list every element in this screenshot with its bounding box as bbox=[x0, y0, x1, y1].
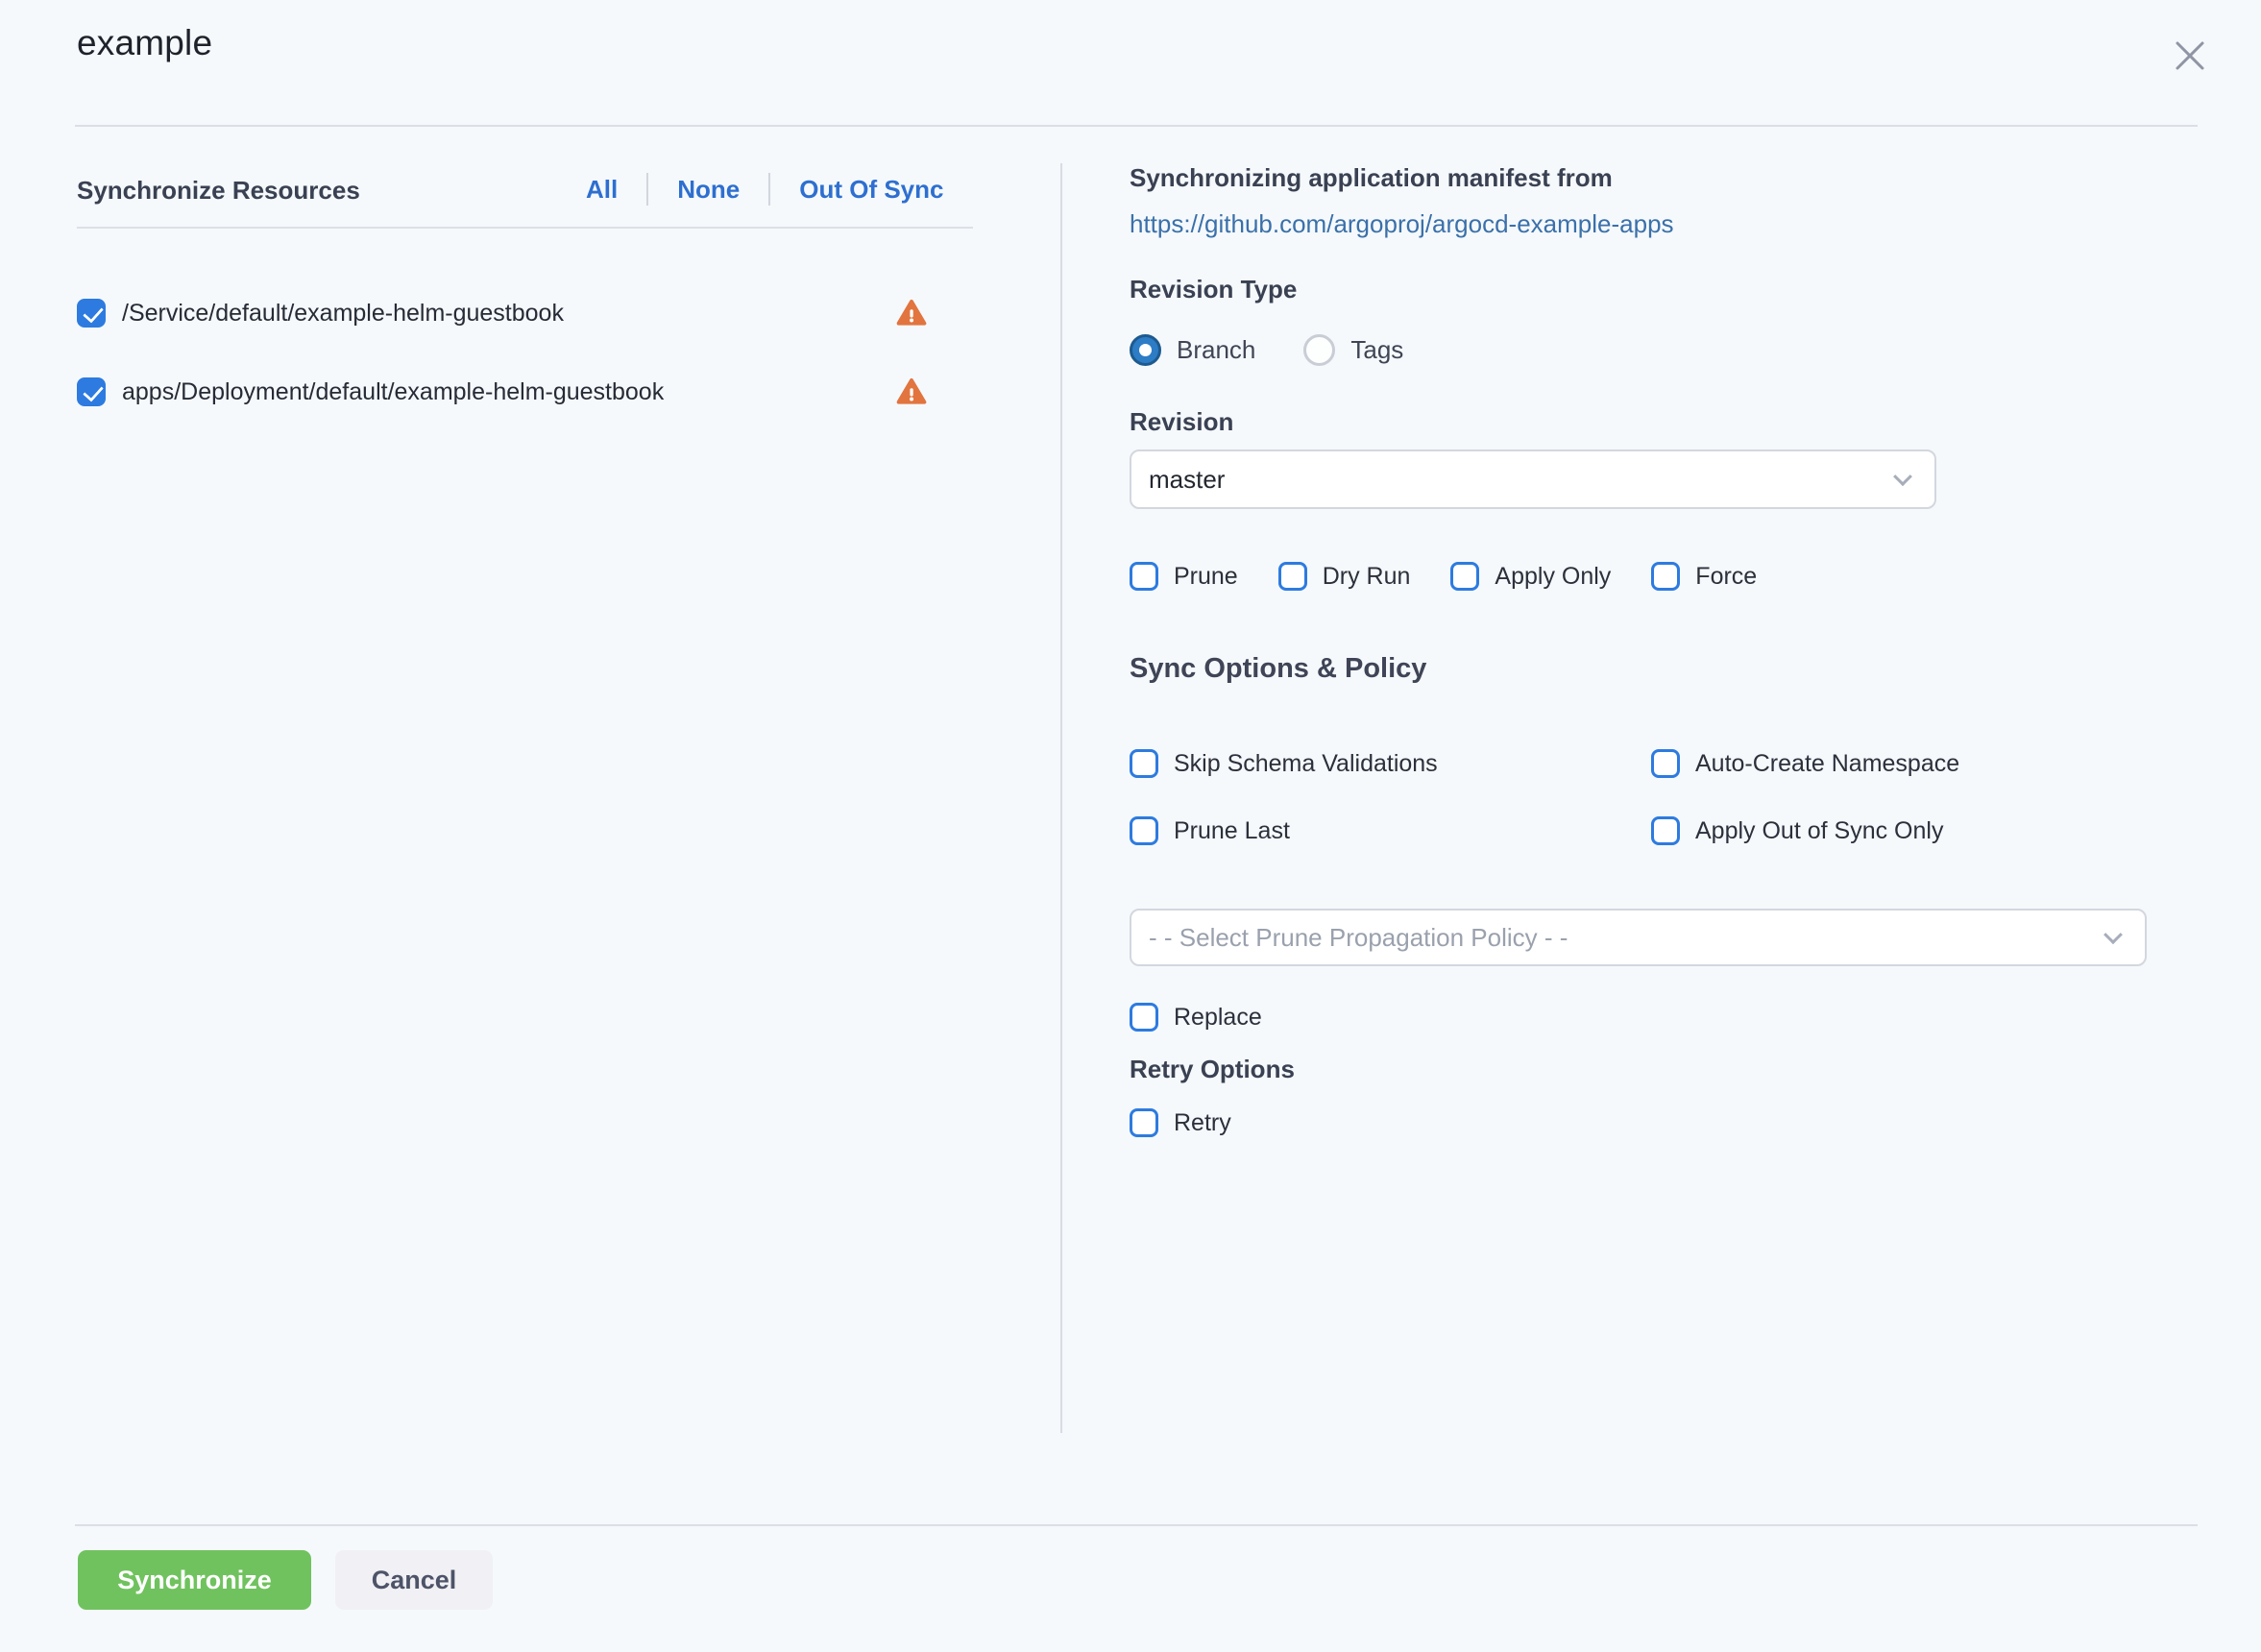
auto-create-namespace-checkbox[interactable] bbox=[1651, 749, 1680, 778]
page-title: example bbox=[77, 23, 212, 63]
flag-item: Force bbox=[1651, 562, 1757, 591]
filter-all-link[interactable]: All bbox=[557, 175, 646, 205]
manifest-heading: Synchronizing application manifest from bbox=[1130, 163, 1613, 193]
prune-last-checkbox[interactable] bbox=[1130, 816, 1158, 845]
replace-checkbox[interactable] bbox=[1130, 1003, 1158, 1032]
close-icon bbox=[2171, 36, 2209, 75]
chevron-down-icon bbox=[2103, 925, 2123, 944]
manifest-url-link[interactable]: https://github.com/argoproj/argocd-examp… bbox=[1130, 209, 1674, 239]
tags-radio[interactable] bbox=[1303, 334, 1335, 366]
auto-create-namespace-label: Auto-Create Namespace bbox=[1695, 750, 1959, 778]
sync-flags-row: Prune Dry Run Apply Only Force bbox=[1130, 562, 1757, 591]
resource-list-divider bbox=[77, 227, 973, 229]
flag-item: Prune bbox=[1130, 562, 1238, 591]
flag-item: Dry Run bbox=[1278, 562, 1411, 591]
prune-checkbox[interactable] bbox=[1130, 562, 1158, 591]
revision-select-value: master bbox=[1149, 465, 1225, 495]
apply-out-of-sync-only-checkbox[interactable] bbox=[1651, 816, 1680, 845]
filter-out-of-sync-link[interactable]: Out Of Sync bbox=[770, 175, 972, 205]
column-divider bbox=[1060, 163, 1062, 1433]
retry-label: Retry bbox=[1174, 1109, 1231, 1137]
cancel-button[interactable]: Cancel bbox=[335, 1550, 493, 1610]
replace-label: Replace bbox=[1174, 1004, 1262, 1032]
option-item: Skip Schema Validations bbox=[1130, 747, 1651, 780]
resource-checkbox[interactable] bbox=[77, 377, 106, 406]
revision-label: Revision bbox=[1130, 407, 1233, 437]
prune-propagation-policy-placeholder: - - Select Prune Propagation Policy - - bbox=[1149, 923, 1568, 953]
header-divider bbox=[75, 125, 2198, 127]
branch-radio-label: Branch bbox=[1177, 335, 1255, 365]
sync-options-policy-title: Sync Options & Policy bbox=[1130, 653, 1426, 685]
resource-checkbox[interactable] bbox=[77, 299, 106, 328]
skip-schema-validations-checkbox[interactable] bbox=[1130, 749, 1158, 778]
apply-out-of-sync-only-label: Apply Out of Sync Only bbox=[1695, 817, 1943, 845]
resource-row: apps/Deployment/default/example-helm-gue… bbox=[77, 370, 973, 414]
resource-row: /Service/default/example-helm-guestbook bbox=[77, 291, 973, 335]
apply-only-checkbox[interactable] bbox=[1450, 562, 1479, 591]
retry-row: Retry bbox=[1130, 1108, 1231, 1137]
force-label: Force bbox=[1695, 563, 1757, 591]
filter-none-link[interactable]: None bbox=[648, 175, 768, 205]
option-item: Prune Last bbox=[1130, 814, 1651, 847]
dry-run-checkbox[interactable] bbox=[1278, 562, 1307, 591]
revision-type-radios: Branch Tags bbox=[1130, 334, 1403, 366]
resource-filter-links: All None Out Of Sync bbox=[557, 173, 972, 206]
replace-row: Replace bbox=[1130, 1003, 1262, 1032]
retry-options-title: Retry Options bbox=[1130, 1055, 1295, 1084]
warning-icon bbox=[896, 298, 927, 328]
footer-divider bbox=[75, 1524, 2198, 1526]
skip-schema-validations-label: Skip Schema Validations bbox=[1174, 750, 1438, 778]
option-item: Auto-Create Namespace bbox=[1651, 747, 1959, 780]
branch-radio[interactable] bbox=[1130, 334, 1161, 366]
sync-options-grid: Skip Schema Validations Auto-Create Name… bbox=[1130, 747, 1959, 847]
option-item: Apply Out of Sync Only bbox=[1651, 814, 1959, 847]
close-button[interactable] bbox=[2167, 33, 2213, 79]
chevron-down-icon bbox=[1893, 467, 1912, 486]
sync-dialog: { "dialog": { "title": "example", "close… bbox=[0, 0, 2261, 1652]
prune-label: Prune bbox=[1174, 563, 1238, 591]
synchronize-button[interactable]: Synchronize bbox=[78, 1550, 311, 1610]
revision-select[interactable]: master bbox=[1130, 449, 1936, 509]
synchronize-resources-label: Synchronize Resources bbox=[77, 176, 360, 206]
resource-label: /Service/default/example-helm-guestbook bbox=[122, 300, 896, 328]
prune-last-label: Prune Last bbox=[1174, 817, 1290, 845]
apply-only-label: Apply Only bbox=[1495, 563, 1611, 591]
prune-propagation-policy-select[interactable]: - - Select Prune Propagation Policy - - bbox=[1130, 909, 2147, 966]
dry-run-label: Dry Run bbox=[1323, 563, 1411, 591]
force-checkbox[interactable] bbox=[1651, 562, 1680, 591]
revision-type-label: Revision Type bbox=[1130, 275, 1297, 304]
flag-item: Apply Only bbox=[1450, 562, 1611, 591]
tags-radio-label: Tags bbox=[1350, 335, 1403, 365]
warning-icon bbox=[896, 377, 927, 407]
resource-label: apps/Deployment/default/example-helm-gue… bbox=[122, 378, 896, 406]
retry-checkbox[interactable] bbox=[1130, 1108, 1158, 1137]
